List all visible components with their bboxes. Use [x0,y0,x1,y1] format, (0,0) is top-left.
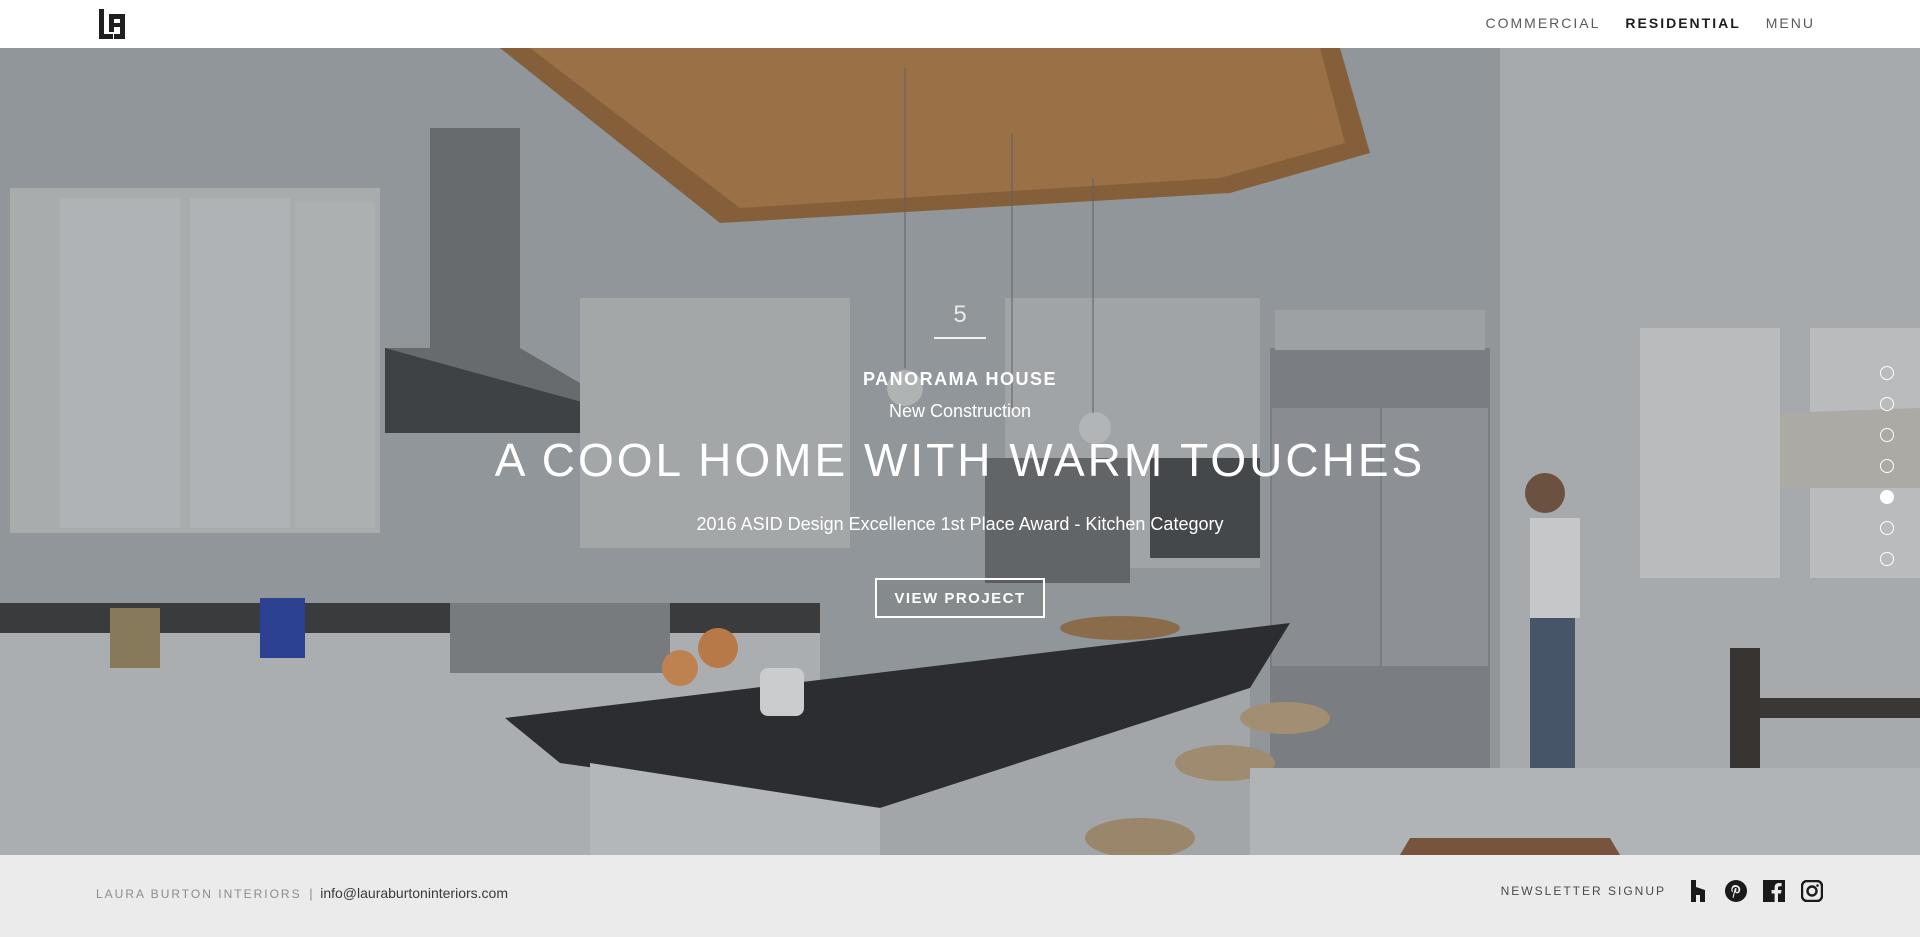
facebook-icon[interactable] [1762,879,1786,903]
site-footer: LAURA BURTON INTERIORS | info@lauraburto… [0,855,1920,937]
newsletter-signup-link[interactable]: NEWSLETTER SIGNUP [1501,884,1666,898]
footer-email-link[interactable]: info@lauraburtoninteriors.com [320,885,508,901]
logo[interactable] [99,9,129,39]
slide-dot-5[interactable] [1880,490,1894,504]
slide-number-divider [934,337,986,339]
project-name: PANORAMA HOUSE [862,369,1057,389]
view-project-button[interactable]: VIEW PROJECT [875,578,1045,618]
slide-dot-2[interactable] [1880,397,1894,411]
hero-headline: A COOL HOME WITH WARM TOUCHES [494,434,1426,486]
slide-pagination [1880,366,1894,583]
project-type: New Construction [888,401,1032,421]
slide-dot-4[interactable] [1880,459,1894,473]
award-text: 2016 ASID Design Excellence 1st Place Aw… [696,514,1224,534]
footer-brand: LAURA BURTON INTERIORS [96,887,302,901]
nav-residential[interactable]: RESIDENTIAL [1625,15,1740,31]
site-header: COMMERCIAL RESIDENTIAL MENU [0,0,1920,48]
slide-dot-1[interactable] [1880,366,1894,380]
slide-dot-6[interactable] [1880,521,1894,535]
nav-menu[interactable]: MENU [1766,15,1815,31]
hero-slide: 5 PANORAMA HOUSE New Construction A COOL… [0,48,1920,855]
pinterest-icon[interactable] [1724,879,1748,903]
main-nav: COMMERCIAL RESIDENTIAL MENU [1486,15,1815,31]
houzz-icon[interactable] [1686,879,1710,903]
slide-dot-3[interactable] [1880,428,1894,442]
instagram-icon[interactable] [1800,879,1824,903]
slide-number: 5 [953,301,967,328]
footer-separator: | [309,886,313,901]
footer-social: NEWSLETTER SIGNUP [1501,879,1824,903]
footer-contact: LAURA BURTON INTERIORS | info@lauraburto… [96,885,508,901]
slide-dot-7[interactable] [1880,552,1894,566]
nav-commercial[interactable]: COMMERCIAL [1486,15,1601,31]
